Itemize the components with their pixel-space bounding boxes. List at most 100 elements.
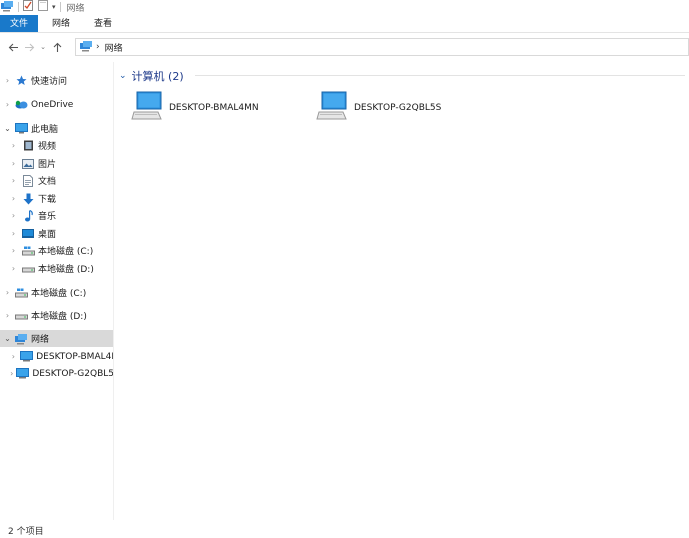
chevron-right-icon[interactable]: › <box>9 159 18 168</box>
desktop-icon <box>21 228 35 240</box>
tree-item-label: OneDrive <box>31 99 74 110</box>
tree-item-local-disk-c-root[interactable]: › 本地磁盘 (C:) <box>0 284 113 301</box>
tree-item-videos[interactable]: › 视频 <box>0 137 113 154</box>
separator <box>59 2 61 12</box>
window-title: 网络 <box>66 3 85 14</box>
tree-item-label: 本地磁盘 (C:) <box>31 289 87 299</box>
forward-arrow-icon <box>24 43 34 51</box>
chevron-down-icon[interactable]: ⌄ <box>3 334 12 343</box>
tree-item-local-disk-d-root[interactable]: › 本地磁盘 (D:) <box>0 307 113 324</box>
chevron-right-icon[interactable]: › <box>3 76 12 85</box>
back-arrow-icon <box>8 43 18 51</box>
recent-locations-dropdown[interactable]: ⌄ <box>37 39 49 55</box>
navigation-bar: ⌄ › 网络 <box>0 36 689 58</box>
customize-quick-access-dropdown[interactable]: ▾ <box>52 3 56 11</box>
chevron-right-icon[interactable]: › <box>9 246 18 255</box>
tree-item-label: 下载 <box>38 195 57 205</box>
tree-item-label: DESKTOP-BMAL4I <box>36 351 114 362</box>
breadcrumb-network[interactable]: 网络 <box>105 41 123 54</box>
video-icon <box>21 140 35 152</box>
tree-item-desktop[interactable]: › 桌面 <box>0 225 113 242</box>
chevron-down-icon[interactable]: ⌄ <box>119 71 127 81</box>
title-bar: ▾ 网络 <box>0 0 689 14</box>
documents-icon <box>21 174 35 187</box>
chevron-right-icon[interactable]: › <box>9 352 18 361</box>
tree-item-label: 文档 <box>38 177 57 187</box>
group-header[interactable]: ⌄ 计算机 (2) <box>119 68 685 84</box>
navigation-pane: › 快速访问 › OneDrive ⌄ 此电脑 › 视频 › 图片 › 文档 ›… <box>0 62 114 520</box>
tree-item-label: 桌面 <box>38 230 57 240</box>
tree-item-local-disk-d[interactable]: › 本地磁盘 (D:) <box>0 260 113 277</box>
computer-name: DESKTOP-G2QBL5S <box>354 102 442 113</box>
tree-item-documents[interactable]: › 文档 <box>0 172 113 189</box>
ribbon-tabs: 文件 网络 查看 <box>0 15 689 33</box>
chevron-right-icon[interactable]: › <box>3 311 12 320</box>
status-bar-item-count: 2 个项目 <box>8 527 44 537</box>
download-icon <box>21 193 35 205</box>
star-icon <box>14 75 28 87</box>
chevron-right-icon[interactable]: › <box>9 264 18 273</box>
chevron-right-icon[interactable]: › <box>3 288 12 297</box>
tree-item-desktop-g2qbl5s[interactable]: › DESKTOP-G2QBL5 <box>0 365 114 382</box>
drive-icon <box>21 263 35 275</box>
tree-item-label: 音乐 <box>38 212 57 222</box>
chevron-right-icon[interactable]: › <box>9 176 18 185</box>
forward-button[interactable] <box>21 39 37 55</box>
address-bar[interactable]: › 网络 <box>75 38 689 56</box>
up-arrow-icon <box>53 42 61 52</box>
tree-item-pictures[interactable]: › 图片 <box>0 155 113 172</box>
content-pane: ⌄ 计算机 (2) DESKTOP-BMAL4MN DESKTOP-G2QBL5… <box>115 62 689 520</box>
chevron-right-icon[interactable]: › <box>9 229 18 238</box>
chevron-right-icon[interactable]: › <box>9 211 18 220</box>
drive-c-icon <box>21 245 35 257</box>
new-folder-icon[interactable] <box>38 0 48 14</box>
tab-view[interactable]: 查看 <box>82 15 124 32</box>
tree-item-quick-access[interactable]: › 快速访问 <box>0 72 113 89</box>
tree-item-label: 快速访问 <box>31 77 68 87</box>
pc-icon <box>14 123 28 135</box>
up-button[interactable] <box>49 39 65 55</box>
onedrive-icon <box>14 99 28 111</box>
tree-item-label: 本地磁盘 (D:) <box>38 265 94 275</box>
tree-item-label: DESKTOP-G2QBL5 <box>32 368 114 379</box>
tree-item-label: 此电脑 <box>31 125 59 135</box>
drive-icon <box>14 310 28 322</box>
chevron-right-icon[interactable]: › <box>3 100 12 109</box>
chevron-down-icon: ⌄ <box>40 43 46 51</box>
tree-item-network[interactable]: ⌄ 网络 <box>0 330 113 347</box>
chevron-down-icon[interactable]: ⌄ <box>3 124 12 133</box>
back-button[interactable] <box>5 39 21 55</box>
network-icon <box>14 333 28 345</box>
chevron-right-icon[interactable]: › <box>96 42 100 52</box>
computer-icon <box>316 90 348 125</box>
group-divider <box>195 75 685 76</box>
computer-icon <box>131 90 163 125</box>
tab-file[interactable]: 文件 <box>0 15 38 32</box>
drive-c-icon <box>14 287 28 299</box>
tree-item-label: 网络 <box>31 335 50 345</box>
chevron-right-icon[interactable]: › <box>9 194 18 203</box>
network-icon <box>79 40 93 55</box>
tree-item-onedrive[interactable]: › OneDrive <box>0 96 113 113</box>
tree-item-label: 本地磁盘 (C:) <box>38 247 94 257</box>
computer-icon <box>16 368 30 380</box>
tree-item-music[interactable]: › 音乐 <box>0 207 113 224</box>
computer-item[interactable]: DESKTOP-BMAL4MN <box>131 90 259 125</box>
properties-icon[interactable] <box>23 0 33 14</box>
chevron-right-icon[interactable]: › <box>9 141 18 150</box>
tree-item-downloads[interactable]: › 下载 <box>0 190 113 207</box>
tree-item-label: 视频 <box>38 142 57 152</box>
group-title: 计算机 (2) <box>131 70 184 83</box>
computer-icon <box>19 351 34 363</box>
tab-network[interactable]: 网络 <box>40 15 82 32</box>
tree-item-this-pc[interactable]: ⌄ 此电脑 <box>0 120 113 137</box>
network-icon <box>0 0 14 15</box>
computer-name: DESKTOP-BMAL4MN <box>169 102 259 113</box>
chevron-right-icon[interactable]: › <box>9 369 14 378</box>
tree-item-label: 图片 <box>38 160 57 170</box>
computer-item[interactable]: DESKTOP-G2QBL5S <box>316 90 441 125</box>
quick-access-toolbar: ▾ <box>0 0 65 14</box>
tree-item-local-disk-c[interactable]: › 本地磁盘 (C:) <box>0 242 113 259</box>
tree-item-desktop-bmal4mn[interactable]: › DESKTOP-BMAL4I <box>0 348 114 365</box>
tree-item-label: 本地磁盘 (D:) <box>31 312 87 322</box>
